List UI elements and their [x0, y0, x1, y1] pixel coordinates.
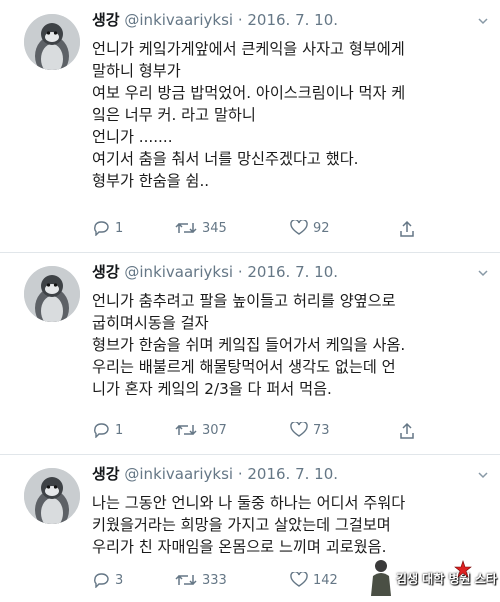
tweet-line: 니가 혼자 케잌의 2/3을 다 퍼서 먹음. [92, 380, 332, 398]
tweet-date[interactable]: · 2016. 7. 10. [238, 263, 338, 281]
username[interactable]: @inkivaariyksi [124, 465, 233, 483]
tweet-line: 언니가 춤추려고 팔을 높이들고 허리를 양옆으로 [92, 292, 396, 310]
reply-count: 1 [115, 220, 124, 236]
tweet-line: 말하니 형부가 [92, 62, 181, 80]
avatar[interactable] [24, 468, 80, 524]
tweet-text: 언니가 케잌가게앞에서 큰케익을 사자고 형부에게 말하니 형부가 여보 우리 … [92, 38, 492, 192]
like-count: 142 [313, 572, 338, 588]
tweet-actions: 1 307 73 [92, 422, 415, 442]
tweet-text: 언니가 춤추려고 팔을 높이들고 허리를 양옆으로 굽히며시동을 걸자 형브가 … [92, 290, 492, 400]
display-name[interactable]: 생강 [92, 11, 120, 29]
retweet-button[interactable]: 333 [175, 572, 227, 588]
retweet-icon [175, 424, 197, 436]
like-count: 73 [313, 422, 330, 438]
retweet-button[interactable]: 307 [175, 422, 227, 438]
like-button[interactable]: 92 [290, 220, 330, 236]
retweet-icon [175, 222, 197, 234]
retweet-count: 307 [202, 422, 227, 438]
tweet-line: 키웠을거라는 희망을 가지고 살았는데 그걸보며 [92, 516, 391, 534]
tweet-1[interactable]: 생강 @inkivaariyksi · 2016. 7. 10. 언니가 케잌가… [0, 10, 500, 250]
username[interactable]: @inkivaariyksi [124, 11, 233, 29]
caret-down-icon[interactable] [478, 268, 488, 278]
like-icon [290, 220, 308, 235]
like-count: 92 [313, 220, 330, 236]
display-name[interactable]: 생강 [92, 465, 120, 483]
divider [0, 454, 500, 455]
tweet-line: 언니가 ....... [92, 128, 173, 146]
retweet-count: 345 [202, 220, 227, 236]
reply-button[interactable]: 1 [92, 220, 123, 236]
reply-count: 3 [115, 572, 124, 588]
retweet-icon [175, 574, 197, 586]
reply-icon [94, 423, 109, 438]
penguin-avatar-icon [24, 266, 80, 322]
avatar[interactable] [24, 266, 80, 322]
divider [0, 252, 500, 253]
tweet-line: 형브가 한숨을 쉬며 케잌집 들어가서 케잌을 사옴. [92, 336, 406, 354]
tweet-actions: 1 345 92 [92, 220, 415, 240]
penguin-avatar-icon [24, 468, 80, 524]
tweet-line: 언니가 케잌가게앞에서 큰케익을 사자고 형부에게 [92, 40, 405, 58]
like-icon [290, 572, 308, 587]
tweet-header: 생강 @inkivaariyksi · 2016. 7. 10. [92, 464, 338, 484]
caret-down-icon[interactable] [478, 470, 488, 480]
watermark-logo: 김생 대학 병원 스타 [366, 556, 497, 596]
tweet-line: 잌은 너무 커. 라고 말하니 [92, 106, 256, 124]
reply-icon [94, 221, 109, 236]
retweet-count: 333 [202, 572, 227, 588]
tweet-line: 나는 그동안 언니와 나 둘중 하나는 어디서 주워다 [92, 494, 406, 512]
caret-down-icon[interactable] [478, 16, 488, 26]
retweet-button[interactable]: 345 [175, 220, 227, 236]
reply-button[interactable]: 3 [92, 572, 123, 588]
username[interactable]: @inkivaariyksi [124, 263, 233, 281]
tweet-date[interactable]: · 2016. 7. 10. [238, 465, 338, 483]
tweet-date[interactable]: · 2016. 7. 10. [238, 11, 338, 29]
tweet-line: 여기서 춤을 춰서 너를 망신주겠다고 했다. [92, 150, 359, 168]
tweet-header: 생강 @inkivaariyksi · 2016. 7. 10. [92, 262, 338, 282]
tweet-text: 나는 그동안 언니와 나 둘중 하나는 어디서 주워다 키웠을거라는 희망을 가… [92, 492, 492, 558]
like-button[interactable]: 142 [290, 572, 338, 588]
tweet-line: 여보 우리 방금 밥먹었어. 아이스크림이나 먹자 케 [92, 84, 406, 102]
star-icon [454, 560, 472, 578]
tweet-2[interactable]: 생강 @inkivaariyksi · 2016. 7. 10. 언니가 춤추려… [0, 262, 500, 452]
share-icon[interactable] [399, 220, 415, 238]
tweet-header: 생강 @inkivaariyksi · 2016. 7. 10. [92, 10, 338, 30]
reply-button[interactable]: 1 [92, 422, 123, 438]
reply-count: 1 [115, 422, 124, 438]
avatar[interactable] [24, 14, 80, 70]
tweet-line: 우리는 배불르게 해물탕먹어서 생각도 없는데 언 [92, 358, 396, 376]
like-button[interactable]: 73 [290, 422, 330, 438]
watermark-text: 김생 대학 병원 스타 [396, 572, 497, 586]
reply-icon [94, 573, 109, 588]
tweet-line: 굽히며시동을 걸자 [92, 314, 209, 332]
tweet-actions: 3 333 142 [92, 572, 412, 592]
share-icon[interactable] [399, 422, 415, 440]
tweet-line: 형부가 한숨을 쉼.. [92, 172, 210, 190]
display-name[interactable]: 생강 [92, 263, 120, 281]
like-icon [290, 422, 308, 437]
tweet-line: 우리가 친 자매임을 온몸으로 느끼며 괴로웠음. [92, 538, 387, 556]
penguin-avatar-icon [24, 14, 80, 70]
soldier-figure-icon [371, 560, 391, 596]
